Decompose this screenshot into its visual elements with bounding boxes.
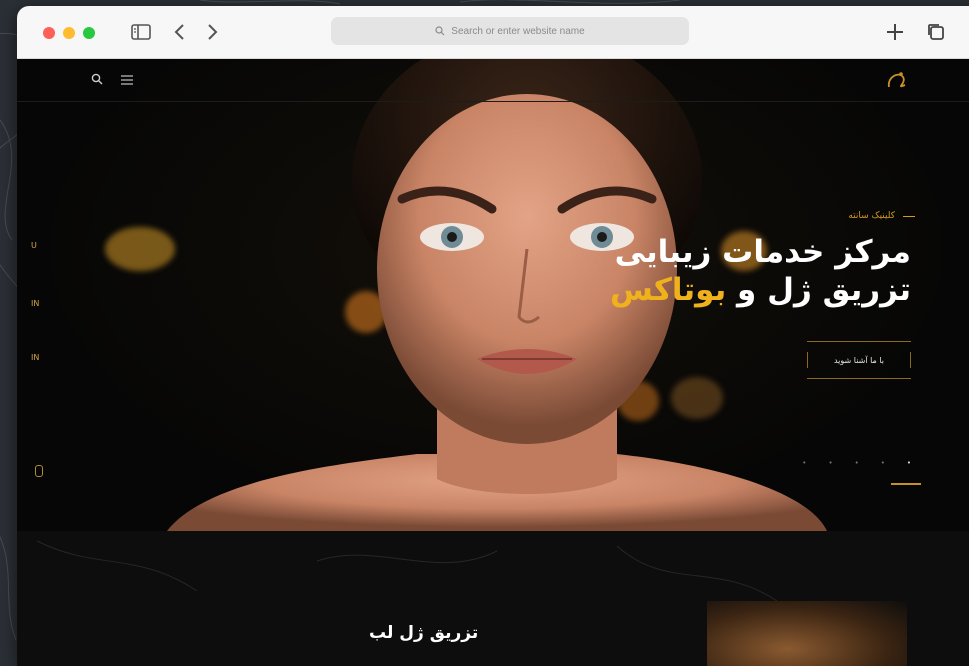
slider-dot[interactable]: •: [907, 459, 911, 467]
sidebar-icon[interactable]: [129, 20, 153, 44]
slider-dot[interactable]: •: [881, 459, 885, 467]
minimize-window-button[interactable]: [63, 27, 75, 39]
site-logo-icon[interactable]: [885, 69, 909, 91]
hero-headline-highlight: بوتاکس: [610, 272, 727, 308]
search-icon[interactable]: [91, 73, 103, 85]
slider-dot[interactable]: •: [828, 459, 832, 467]
slider-dot[interactable]: •: [802, 459, 806, 467]
close-window-button[interactable]: [43, 27, 55, 39]
side-social-link[interactable]: IN: [31, 353, 39, 362]
section-title: تزریق ژل لب: [369, 623, 479, 643]
address-bar[interactable]: Search or enter website name: [331, 17, 689, 45]
about-us-button[interactable]: با ما آشنا شوید: [807, 341, 911, 379]
forward-icon[interactable]: [200, 20, 224, 44]
hero-eyebrow-text: کلینیک سانته: [848, 211, 895, 221]
hero-headline-line1: مرکز خدمات زیبایی: [614, 234, 911, 270]
slider-active-bar: [891, 483, 921, 485]
search-icon: [435, 26, 445, 36]
hero-headline-line2-prefix: تزریق ژل و: [726, 272, 911, 308]
tab-overview-icon[interactable]: [924, 20, 948, 44]
browser-window: Search or enter website name U IN IN کلی…: [17, 6, 969, 666]
slider-pagination: • • • • •: [802, 459, 911, 467]
side-social-link[interactable]: U: [31, 241, 37, 250]
scroll-indicator-icon: [35, 465, 43, 477]
browser-toolbar: Search or enter website name: [17, 6, 969, 59]
slider-dot[interactable]: •: [855, 459, 859, 467]
back-icon[interactable]: [168, 20, 192, 44]
side-social-link[interactable]: IN: [31, 299, 39, 308]
menu-icon[interactable]: [121, 75, 133, 85]
new-tab-icon[interactable]: [883, 20, 907, 44]
maximize-window-button[interactable]: [83, 27, 95, 39]
hero-headline-line2: تزریق ژل و بوتاکس: [610, 271, 911, 309]
about-us-button-label: با ما آشنا شوید: [833, 355, 885, 365]
address-placeholder: Search or enter website name: [451, 25, 585, 37]
site-nav: [17, 59, 969, 102]
hero-eyebrow: کلینیک سانته: [848, 211, 915, 221]
hero-headline: مرکز خدمات زیبایی تزریق ژل و بوتاکس: [610, 233, 911, 309]
cta-right-tick: [910, 352, 911, 368]
cta-left-tick: [807, 352, 808, 368]
eyebrow-line: [903, 215, 915, 217]
website-viewport: U IN IN کلینیک سانته مرکز خدمات زیبایی ت…: [17, 59, 969, 666]
lip-filler-section: تزریق ژل لب: [17, 531, 969, 666]
section-thumbnail: [707, 601, 907, 666]
